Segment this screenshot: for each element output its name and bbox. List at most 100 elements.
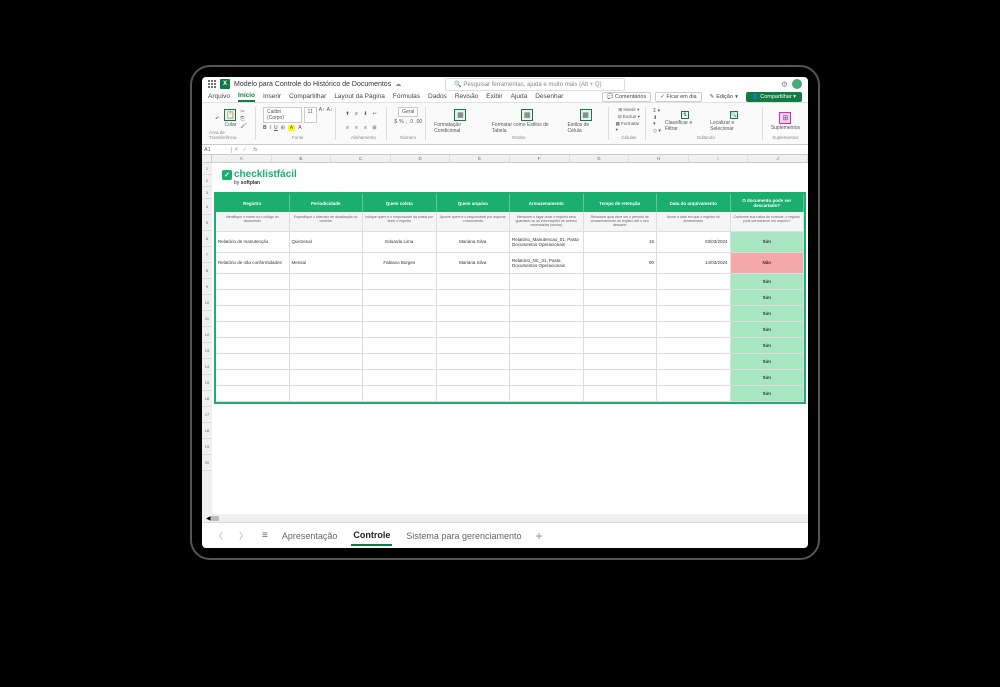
decrease-decimal-button[interactable]: .00 bbox=[415, 119, 422, 125]
editing-mode-button[interactable]: ✎ Edição ▾ bbox=[706, 93, 742, 101]
row-header[interactable]: 14 bbox=[202, 359, 212, 375]
addins-button[interactable]: ⊞Suplementos bbox=[770, 111, 801, 132]
italic-button[interactable]: I bbox=[270, 125, 271, 131]
scroll-left-icon[interactable]: ◀ bbox=[206, 515, 211, 522]
copy-button[interactable]: ⎘ bbox=[240, 116, 246, 122]
font-color-button[interactable]: A bbox=[298, 125, 301, 131]
row-header[interactable]: 3 bbox=[202, 187, 212, 199]
add-sheet-button[interactable]: + bbox=[535, 529, 542, 543]
increase-decimal-button[interactable]: .0 bbox=[409, 119, 413, 125]
fill-button[interactable]: ⬇ ▾ bbox=[653, 115, 661, 127]
row-header[interactable]: 13 bbox=[202, 343, 212, 359]
decrease-font-button[interactable]: A↓ bbox=[327, 107, 333, 123]
cloud-saved-icon[interactable]: ☁ bbox=[395, 81, 401, 88]
border-button[interactable]: ⊞ bbox=[281, 125, 285, 131]
table-row[interactable]: Relatório de não conformidades Mensal Fa… bbox=[216, 253, 804, 274]
number-format-select[interactable]: Geral bbox=[398, 107, 418, 117]
comments-button[interactable]: 💬 Comentários bbox=[602, 92, 652, 102]
align-middle-button[interactable]: ≡ bbox=[352, 110, 360, 118]
accept-formula-icon[interactable]: ✓ bbox=[241, 147, 250, 153]
table-row[interactable]: Sim bbox=[216, 370, 804, 386]
align-bottom-button[interactable]: ⬇ bbox=[361, 110, 369, 118]
col-header[interactable]: B bbox=[272, 155, 332, 162]
wrap-text-button[interactable]: ↩ bbox=[370, 110, 378, 118]
sheet-content[interactable]: ✓ checklistfácil by softplan Registro Pe… bbox=[212, 163, 808, 514]
menu-formulas[interactable]: Fórmulas bbox=[393, 93, 420, 100]
app-launcher-icon[interactable] bbox=[208, 80, 216, 88]
menu-revisao[interactable]: Revisão bbox=[455, 93, 478, 100]
sort-filter-button[interactable]: ⇅Classificar e Filtrar bbox=[664, 110, 706, 133]
insert-cells-button[interactable]: ⊞ Inserir ▾ bbox=[618, 107, 639, 113]
font-size-select[interactable]: 11 bbox=[304, 107, 317, 123]
settings-icon[interactable]: ⚙ bbox=[781, 80, 788, 89]
menu-layout[interactable]: Layout da Página bbox=[334, 93, 385, 100]
menu-inserir[interactable]: Inserir bbox=[263, 93, 281, 100]
merge-button[interactable]: ⊞ bbox=[370, 124, 378, 132]
menu-ajuda[interactable]: Ajuda bbox=[511, 93, 528, 100]
col-header[interactable]: C bbox=[331, 155, 391, 162]
row-header[interactable]: 1 bbox=[202, 163, 212, 175]
user-avatar[interactable] bbox=[792, 79, 802, 89]
row-header[interactable]: 6 bbox=[202, 231, 212, 247]
tab-nav-next[interactable]: 〉 bbox=[237, 529, 250, 542]
fx-icon[interactable]: fx bbox=[249, 147, 261, 153]
row-header[interactable]: 19 bbox=[202, 439, 212, 455]
table-row[interactable]: Sim bbox=[216, 290, 804, 306]
align-top-button[interactable]: ⬆ bbox=[343, 110, 351, 118]
table-row[interactable]: Sim bbox=[216, 306, 804, 322]
percent-button[interactable]: % bbox=[399, 119, 403, 125]
fill-color-button[interactable]: A bbox=[288, 125, 295, 131]
undo-button[interactable]: ↶ bbox=[214, 115, 220, 123]
row-header[interactable]: 15 bbox=[202, 375, 212, 391]
conditional-format-button[interactable]: ▦Formatação Condicional bbox=[433, 108, 488, 135]
cancel-formula-icon[interactable]: ✕ bbox=[232, 147, 241, 153]
row-header[interactable]: 16 bbox=[202, 391, 212, 407]
col-header[interactable]: A bbox=[212, 155, 272, 162]
table-row[interactable]: Relatório de manutenção Quinzenal Eduard… bbox=[216, 232, 804, 253]
row-header[interactable]: 4 bbox=[202, 199, 212, 215]
tab-controle[interactable]: Controle bbox=[351, 526, 392, 546]
align-right-button[interactable]: ≡ bbox=[361, 124, 369, 132]
comma-button[interactable]: , bbox=[406, 119, 407, 125]
format-cells-button[interactable]: ▦ Formatar ▾ bbox=[616, 121, 643, 133]
cut-button[interactable]: ✂ bbox=[240, 109, 246, 115]
tab-apresentacao[interactable]: Apresentação bbox=[280, 527, 340, 545]
paste-button[interactable]: 📋Colar bbox=[223, 108, 237, 129]
row-header[interactable]: 7 bbox=[202, 247, 212, 263]
clear-button[interactable]: ◇ ▾ bbox=[653, 128, 661, 134]
bold-button[interactable]: B bbox=[263, 125, 267, 131]
menu-exibir[interactable]: Exibir bbox=[486, 93, 502, 100]
col-header[interactable]: I bbox=[689, 155, 749, 162]
col-header[interactable]: J bbox=[748, 155, 808, 162]
underline-button[interactable]: U bbox=[274, 125, 278, 131]
table-row[interactable]: Sim bbox=[216, 338, 804, 354]
col-header[interactable]: F bbox=[510, 155, 570, 162]
font-name-select[interactable]: Calibri (Corpo) bbox=[263, 107, 302, 123]
row-header[interactable]: 11 bbox=[202, 311, 212, 327]
horizontal-scrollbar[interactable]: ◀ bbox=[202, 514, 808, 522]
row-header[interactable]: 9 bbox=[202, 279, 212, 295]
menu-dados[interactable]: Dados bbox=[428, 93, 447, 100]
row-header[interactable]: 5 bbox=[202, 215, 212, 231]
row-header[interactable]: 12 bbox=[202, 327, 212, 343]
table-row[interactable]: Sim bbox=[216, 322, 804, 338]
menu-desenhar[interactable]: Desenhar bbox=[535, 93, 563, 100]
format-table-button[interactable]: ▦Formatar como Estilos de Tabela bbox=[491, 108, 564, 135]
catch-up-button[interactable]: ✓ Ficar em dia bbox=[655, 92, 701, 102]
share-button[interactable]: 👤 Compartilhar ▾ bbox=[746, 92, 802, 102]
autosum-button[interactable]: Σ ▾ bbox=[653, 108, 661, 114]
row-header[interactable]: 17 bbox=[202, 407, 212, 423]
menu-compartilhar[interactable]: Compartilhar bbox=[289, 93, 326, 100]
tab-nav-prev[interactable]: 〈 bbox=[212, 529, 225, 542]
table-row[interactable]: Sim bbox=[216, 274, 804, 290]
scroll-thumb[interactable] bbox=[211, 516, 219, 521]
align-center-button[interactable]: ≡ bbox=[352, 124, 360, 132]
col-header[interactable]: H bbox=[629, 155, 689, 162]
table-row[interactable]: Sim bbox=[216, 386, 804, 402]
tab-sistema[interactable]: Sistema para gerenciamento bbox=[404, 527, 523, 545]
find-select-button[interactable]: 🔍Localizar e Selecionar bbox=[709, 110, 759, 133]
row-header[interactable]: 10 bbox=[202, 295, 212, 311]
all-sheets-icon[interactable]: ≡ bbox=[262, 530, 268, 541]
col-header[interactable]: E bbox=[450, 155, 510, 162]
col-header[interactable]: G bbox=[570, 155, 630, 162]
